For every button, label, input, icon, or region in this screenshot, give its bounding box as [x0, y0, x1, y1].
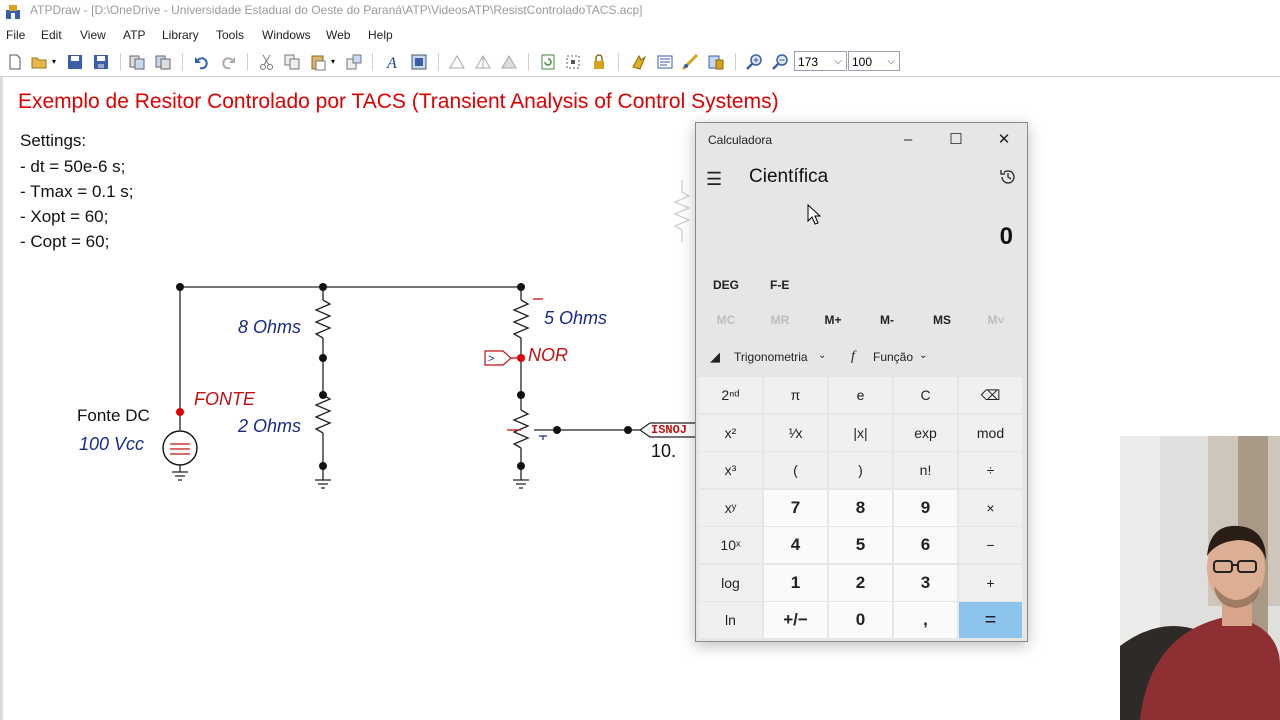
label-fonte-dc: Fonte DC — [77, 406, 150, 425]
history-icon[interactable] — [998, 167, 1018, 187]
label-5-ohms: 5 Ohms — [544, 308, 608, 328]
label-nor: NOR — [528, 345, 568, 365]
digit-1-button[interactable]: 1 — [764, 564, 827, 601]
ms-button[interactable]: MS — [922, 313, 962, 327]
digit-3-button[interactable]: 3 — [894, 564, 957, 601]
trig-chevron-down-icon: ⌄ — [818, 350, 827, 361]
power-button[interactable]: xʸ — [699, 489, 762, 526]
ground-icon-2ohm — [315, 479, 331, 489]
clear-button[interactable]: C — [894, 377, 957, 413]
close-icon[interactable]: ✕ — [989, 129, 1019, 151]
negate-button[interactable]: +/− — [764, 602, 827, 638]
svg-text:>: > — [488, 353, 494, 365]
calculator-window[interactable]: Calculadora – ☐ ✕ ☰ Científica 0 DEG F-E… — [695, 122, 1028, 642]
calculator-display: 0 — [999, 223, 1013, 250]
circuit-schematic[interactable]: > — [0, 0, 1280, 720]
mouse-cursor-icon — [807, 204, 821, 225]
resistor-5-ohms — [512, 299, 530, 339]
digit-4-button[interactable]: 4 — [764, 527, 827, 563]
backspace-icon[interactable]: ⌫ — [959, 377, 1022, 413]
maximize-icon[interactable]: ☐ — [941, 129, 971, 151]
resistor-8-ohms — [314, 299, 332, 339]
presenter-video — [1120, 436, 1280, 720]
mr-button[interactable]: MR — [760, 313, 800, 327]
func-chevron-down-icon: ⌄ — [919, 350, 928, 361]
label-isnoj: ISNOJ — [651, 423, 688, 437]
cube-button[interactable]: x³ — [699, 452, 762, 488]
subtract-button[interactable]: − — [959, 527, 1022, 563]
resistor-2-ohms — [314, 394, 332, 434]
function-label: Função — [873, 350, 914, 364]
memory-list-button[interactable]: M˅ — [976, 313, 1016, 327]
digit-7-button[interactable]: 7 — [764, 489, 827, 526]
digit-0-button[interactable]: 0 — [829, 602, 892, 638]
dc-source-symbol — [162, 430, 198, 466]
divide-button[interactable]: ÷ — [959, 452, 1022, 488]
pi-button[interactable]: π — [764, 377, 827, 413]
log-button[interactable]: log — [699, 564, 762, 601]
label-fonte: FONTE — [194, 389, 255, 409]
tacs-controlled-resistor — [512, 409, 530, 449]
digit-9-button[interactable]: 9 — [894, 489, 957, 526]
second-function-button[interactable]: 2ⁿᵈ — [699, 377, 762, 413]
square-button[interactable]: x² — [699, 414, 762, 451]
exp-button[interactable]: exp — [894, 414, 957, 451]
triangle-icon: ◢ — [710, 349, 720, 364]
label-2-ohms: 2 Ohms — [238, 416, 302, 436]
trigonometry-label: Trigonometria — [734, 350, 808, 364]
ten-power-button[interactable]: 10ˣ — [699, 527, 762, 563]
decimal-button[interactable]: , — [894, 602, 957, 638]
ground-icon-source — [172, 471, 188, 481]
mc-button[interactable]: MC — [706, 313, 746, 327]
digit-5-button[interactable]: 5 — [829, 527, 892, 563]
digit-6-button[interactable]: 6 — [894, 527, 957, 563]
add-button[interactable]: + — [959, 564, 1022, 601]
label-8-ohms: 8 Ohms — [238, 317, 302, 337]
multiply-button[interactable]: × — [959, 489, 1022, 526]
ground-icon-tacs — [513, 479, 529, 489]
m-minus-button[interactable]: M- — [867, 313, 907, 327]
mod-button[interactable]: mod — [959, 414, 1022, 451]
label-isnoj-value: 10. — [651, 441, 677, 461]
calculator-mode: Científica — [749, 166, 829, 187]
function-icon: f — [851, 349, 855, 364]
digit-2-button[interactable]: 2 — [829, 564, 892, 601]
fe-button[interactable]: F-E — [770, 278, 789, 292]
reciprocal-button[interactable]: ¹⁄x — [764, 414, 827, 451]
webcam-overlay — [1120, 436, 1280, 720]
m-plus-button[interactable]: M+ — [813, 313, 853, 327]
factorial-button[interactable]: n! — [894, 452, 957, 488]
calculator-title: Calculadora — [708, 133, 773, 147]
label-100-vcc: 100 Vcc — [79, 434, 145, 454]
euler-button[interactable]: e — [829, 377, 892, 413]
absolute-button[interactable]: |x| — [829, 414, 892, 451]
hamburger-menu-icon[interactable]: ☰ — [706, 169, 722, 190]
close-paren-button[interactable]: ) — [829, 452, 892, 488]
digit-8-button[interactable]: 8 — [829, 489, 892, 526]
deg-button[interactable]: DEG — [713, 278, 739, 292]
equals-button[interactable]: = — [959, 602, 1022, 638]
open-paren-button[interactable]: ( — [764, 452, 827, 488]
ln-button[interactable]: ln — [699, 602, 762, 638]
minimize-icon[interactable]: – — [893, 129, 923, 151]
